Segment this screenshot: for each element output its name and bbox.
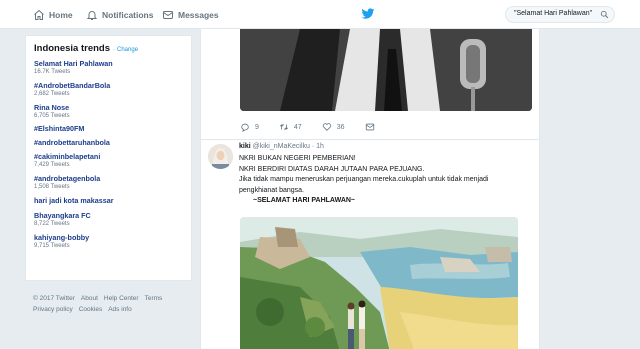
- trends-title: Indonesia trends: [34, 43, 111, 54]
- retweet-count: 47: [293, 123, 302, 131]
- home-icon: [34, 9, 44, 20]
- tweet-line: NKRI BUKAN NEGERI PEMBERIAN!: [239, 155, 356, 162]
- footer-help-link[interactable]: Help Center: [104, 295, 139, 302]
- trend-name[interactable]: Rina Nose: [34, 103, 183, 112]
- trend-name[interactable]: Bhayangkara FC: [34, 211, 183, 220]
- nav-notifications-label: Notifications: [102, 9, 154, 20]
- retweet-button[interactable]: 47: [279, 122, 302, 132]
- tweet-header: kiki @kiki_nMaKecilku · 1h: [239, 143, 324, 150]
- trend-count: 2,682 Tweets: [34, 90, 70, 97]
- trend-item[interactable]: Rina Nose 6,705 Tweets: [34, 103, 183, 125]
- trend-name[interactable]: kahiyang-bobby: [34, 233, 183, 242]
- tweet-divider: [201, 139, 539, 140]
- nav-home[interactable]: Home: [33, 0, 73, 29]
- trend-count: 8,722 Tweets: [34, 220, 70, 227]
- trend-name[interactable]: #androbetagenbola: [34, 174, 183, 183]
- avatar[interactable]: [208, 144, 233, 169]
- trend-name[interactable]: #cakiminbelapetani: [34, 152, 183, 161]
- illustration-coastal-scene: [240, 217, 518, 349]
- trend-name[interactable]: #Elshinta90FM: [34, 124, 183, 133]
- photo-man-with-microphone: [240, 29, 532, 111]
- tweet-text: NKRI BUKAN NEGERI PEMBERIAN! NKRI BERDIR…: [239, 154, 529, 207]
- envelope-icon: [163, 10, 173, 19]
- reply-button[interactable]: 9: [240, 122, 259, 132]
- avatar-image: [208, 144, 233, 169]
- tweet-author-name[interactable]: kiki: [239, 143, 251, 150]
- trend-count: 1,508 Tweets: [34, 184, 70, 191]
- like-count: 36: [336, 123, 345, 131]
- tweet-line: NKRI BERDIRI DIATAS DARAH JUTAAN PARA PE…: [239, 165, 425, 173]
- trend-item[interactable]: Bhayangkara FC 8,722 Tweets: [34, 211, 183, 233]
- footer-cookies-link[interactable]: Cookies: [79, 306, 102, 313]
- top-nav-bar: Home Notifications Messages "Selamat Har…: [0, 0, 640, 29]
- footer-copyright: © 2017 Twitter: [33, 295, 75, 302]
- footer-privacy-link[interactable]: Privacy policy: [33, 306, 73, 313]
- trend-name[interactable]: Selamat Hari Pahlawan: [34, 59, 183, 68]
- footer-terms-link[interactable]: Terms: [145, 295, 163, 302]
- footer-about-link[interactable]: About: [81, 295, 98, 302]
- dm-button[interactable]: [365, 122, 380, 132]
- bell-icon: [86, 10, 98, 20]
- trend-count: 7,429 Tweets: [34, 162, 70, 169]
- search-input-value: "Selamat Hari Pahlawan": [514, 10, 593, 17]
- trend-count: 16.7K Tweets: [34, 69, 71, 75]
- nav-messages-label: Messages: [178, 9, 219, 20]
- retweet-icon: [279, 124, 288, 130]
- nav-notifications[interactable]: Notifications: [86, 0, 153, 29]
- tweet-author-handle[interactable]: @kiki_nMaKecilku: [253, 143, 310, 150]
- trends-module: Indonesia trends · Change Selamat Hari P…: [25, 35, 192, 281]
- nav-home-label: Home: [49, 9, 73, 20]
- trends-separator: ·: [113, 47, 116, 53]
- search-icon[interactable]: [600, 10, 609, 19]
- trend-item[interactable]: #cakiminbelapetani 7,429 Tweets: [34, 152, 183, 174]
- twitter-bird-icon[interactable]: [361, 8, 375, 20]
- trend-name[interactable]: #androbettaruhanbola: [34, 138, 183, 147]
- trend-name[interactable]: #AndrobetBandarBola: [34, 81, 183, 90]
- trend-count: 6,705 Tweets: [34, 112, 70, 119]
- tweet-photo[interactable]: [240, 217, 518, 349]
- trend-item[interactable]: kahiyang-bobby 9,715 Tweets: [34, 233, 183, 255]
- tweet-timestamp[interactable]: · 1h: [312, 143, 324, 150]
- trend-item[interactable]: hari jadi kota makassar: [34, 196, 183, 211]
- heart-icon: [322, 123, 331, 131]
- tweet-closing-line: ~SELAMAT HARI PAHLAWAN~: [253, 197, 356, 204]
- reply-icon: [241, 123, 249, 132]
- trend-item[interactable]: #androbetagenbola 1,508 Tweets: [34, 174, 183, 196]
- like-button[interactable]: 36: [322, 122, 345, 132]
- tweet-photo[interactable]: [240, 29, 532, 111]
- envelope-icon: [365, 123, 374, 131]
- tweet-actions: 9 47 36: [240, 121, 400, 133]
- footer-ads-link[interactable]: Ads info: [108, 306, 132, 313]
- site-footer: © 2017 Twitter About Help Center Terms Priv…: [33, 293, 193, 315]
- trend-count: 9,715 Tweets: [34, 242, 70, 249]
- trend-item[interactable]: #androbettaruhanbola: [34, 138, 183, 152]
- trend-item[interactable]: #Elshinta90FM: [34, 124, 183, 138]
- trends-change-link[interactable]: Change: [117, 47, 138, 53]
- reply-count: 9: [255, 123, 259, 131]
- trend-item[interactable]: #AndrobetBandarBola 2,682 Tweets: [34, 81, 183, 103]
- tweet-line: Jika tidak mampu meneruskan perjuangan m…: [239, 176, 489, 183]
- search-input[interactable]: "Selamat Hari Pahlawan": [505, 6, 615, 23]
- trend-item[interactable]: Selamat Hari Pahlawan 16.7K Tweets: [34, 59, 183, 81]
- trend-name[interactable]: hari jadi kota makassar: [34, 196, 183, 205]
- timeline: 9 47 36 kiki @kiki_nMaKecilku · 1h NKRI …: [200, 29, 540, 349]
- tweet-line: pengkhianat bangsa.: [239, 186, 304, 194]
- nav-messages[interactable]: Messages: [162, 0, 219, 29]
